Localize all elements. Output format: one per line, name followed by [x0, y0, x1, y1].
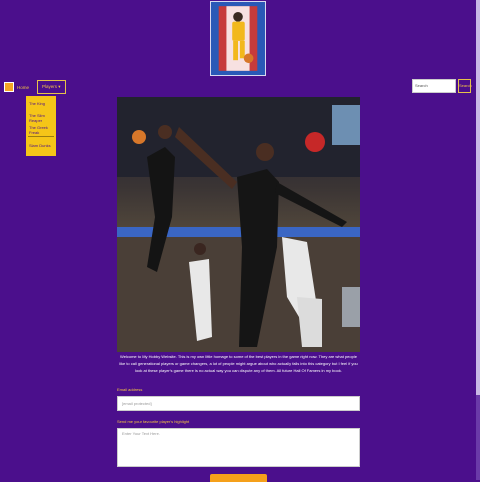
- menu-item-slim-reaper[interactable]: The Slim Reaper: [29, 113, 56, 123]
- scrollbar-thumb[interactable]: [476, 0, 480, 395]
- players-dropdown-menu: The King The Slim Reaper The Greek Freak…: [26, 96, 56, 156]
- welcome-text: Welcome to My Hobby Website. This is my …: [119, 354, 358, 373]
- email-label: Email address: [117, 387, 143, 392]
- page-scrollbar[interactable]: [476, 0, 480, 480]
- highlight-label: Send me your favourite player's highligh…: [117, 419, 190, 424]
- players-dropdown-toggle[interactable]: Players ▾: [37, 80, 66, 94]
- nav-home-link[interactable]: Home: [17, 85, 29, 90]
- navbar: Home Players ▾: [4, 79, 66, 95]
- email-field[interactable]: [email protected]: [117, 396, 360, 411]
- highlight-textarea[interactable]: Enter Your Text Here.: [117, 428, 360, 467]
- hero-image: [117, 97, 360, 352]
- search-button[interactable]: Search: [458, 79, 472, 93]
- basketball-player-logo-icon: [211, 2, 265, 75]
- submit-button[interactable]: [210, 474, 267, 482]
- search-input[interactable]: Search: [412, 79, 456, 93]
- home-icon[interactable]: [4, 82, 14, 92]
- menu-divider: [28, 136, 54, 137]
- menu-item-slam-dunks[interactable]: Slam Dunks: [29, 143, 51, 148]
- menu-item-the-king[interactable]: The King: [29, 101, 45, 106]
- menu-item-greek-freak[interactable]: The Greek Freak: [29, 125, 56, 135]
- basketball-game-photo-icon: [117, 97, 360, 352]
- site-logo: [210, 1, 266, 76]
